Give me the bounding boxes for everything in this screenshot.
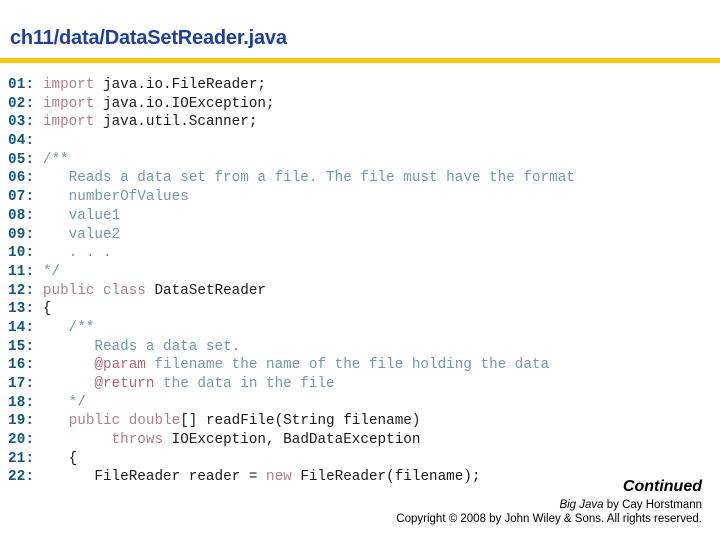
copyright-notice: Copyright © 2008 by John Wiley & Sons. A… <box>396 513 702 525</box>
code-line-number: 09: <box>8 226 35 243</box>
code-line: 20: throws IOException, BadDataException <box>8 431 575 450</box>
code-token-kw: import <box>34 95 103 112</box>
code-token-comment: */ <box>34 394 86 411</box>
continued-label: Continued <box>622 478 702 495</box>
code-token-comment <box>34 357 94 373</box>
code-line-number: 15: <box>8 338 35 355</box>
code-line-number: 20: <box>8 432 35 449</box>
code-line: 16: @param filename the name of the file… <box>8 356 575 375</box>
code-token-comment: value2 <box>34 226 121 243</box>
code-line-number: 16: <box>8 357 35 374</box>
book-author: by Cay Horstmann <box>603 499 702 511</box>
code-token-comment: numberOfValues <box>34 189 189 206</box>
code-line-number: 17: <box>8 376 35 392</box>
code-token-plain: { <box>34 450 78 467</box>
code-line-number: 06: <box>8 170 35 187</box>
code-line: 05: /** <box>8 151 575 170</box>
code-token-kw: import <box>34 114 103 131</box>
title-divider-rule <box>0 58 720 63</box>
code-line: 01: import java.io.FileReader; <box>8 76 575 95</box>
code-line-number: 01: <box>8 77 35 93</box>
code-line-number: 19: <box>8 413 35 430</box>
code-line: 09: value2 <box>8 226 575 245</box>
code-token-comment: */ <box>34 263 61 280</box>
code-token-comment: . . . <box>34 245 112 262</box>
code-token-kw: import <box>34 77 103 93</box>
code-token-plain: java.io.FileReader; <box>102 77 266 93</box>
code-line-number: 08: <box>8 207 35 224</box>
code-token-plain: java.util.Scanner; <box>102 114 258 131</box>
code-line-number: 11: <box>8 263 35 280</box>
code-line: 04: <box>8 132 575 151</box>
code-line: 12: public class DataSetReader <box>8 282 575 301</box>
code-token-plain: IOException, BadDataException <box>171 432 421 449</box>
code-line: 13: { <box>8 300 575 319</box>
code-token-kw: public class <box>34 282 155 299</box>
code-line-number: 05: <box>8 151 35 168</box>
code-line-number: 18: <box>8 394 35 411</box>
code-token-plain: { <box>34 301 52 318</box>
code-line: 21: { <box>8 450 575 469</box>
code-line-number: 21: <box>8 450 35 467</box>
code-line: 10: . . . <box>8 244 575 263</box>
code-line-number: 10: <box>8 245 35 262</box>
code-line-number: 02: <box>8 95 35 112</box>
code-token-comment: the data in the file <box>154 376 335 392</box>
code-token-comment <box>34 376 94 392</box>
code-line-number: 03: <box>8 114 35 131</box>
code-token-tag: @param <box>94 357 146 374</box>
code-token-comment: Reads a data set from a file. The file m… <box>34 170 575 187</box>
code-line: 17: @return the data in the file <box>8 375 575 394</box>
code-token-comment: Reads a data set. <box>34 338 241 355</box>
code-token-comment: filename the name of the file holding th… <box>145 357 550 374</box>
code-line-number: 22: <box>8 469 35 486</box>
code-line: 07: numberOfValues <box>8 188 575 207</box>
code-line-number: 12: <box>8 282 35 299</box>
code-token-comment: /** <box>34 151 69 168</box>
code-line-number: 07: <box>8 189 35 206</box>
code-token-plain: [] readFile(String filename) <box>180 413 421 430</box>
code-line: 08: value1 <box>8 207 575 226</box>
code-line: 15: Reads a data set. <box>8 338 575 357</box>
code-token-comment: /** <box>34 319 95 336</box>
code-token-tag: @return <box>94 376 155 392</box>
code-token-plain: java.io.IOException; <box>102 95 275 112</box>
code-listing: 01: import java.io.FileReader; 02: import… <box>8 76 575 487</box>
code-token-kw: new <box>266 469 292 486</box>
code-line: 19: public double[] readFile(String file… <box>8 412 575 431</box>
code-token-plain: DataSetReader <box>154 282 267 299</box>
book-byline: Big Java by Cay Horstmann <box>559 499 702 511</box>
code-line: 14: /** <box>8 319 575 338</box>
book-title: Big Java <box>559 499 604 511</box>
code-line: 22: FileReader reader = new FileReader(f… <box>8 468 575 487</box>
page-title: ch11/data/DataSetReader.java <box>10 27 287 49</box>
code-token-kw: public double <box>34 413 181 430</box>
code-token-kw: throws <box>34 432 172 449</box>
code-line-number: 14: <box>8 319 35 336</box>
code-line: 06: Reads a data set from a file. The fi… <box>8 169 575 188</box>
code-line: 02: import java.io.IOException; <box>8 95 575 114</box>
code-line: 03: import java.util.Scanner; <box>8 113 575 132</box>
code-line-number: 13: <box>8 301 35 318</box>
code-token-plain: FileReader(filename); <box>291 469 481 486</box>
code-line-number: 04: <box>8 133 35 150</box>
code-line: 11: */ <box>8 263 575 282</box>
code-token-comment: value1 <box>34 207 121 224</box>
code-token-plain: FileReader reader = <box>34 469 266 486</box>
code-line: 18: */ <box>8 394 575 413</box>
